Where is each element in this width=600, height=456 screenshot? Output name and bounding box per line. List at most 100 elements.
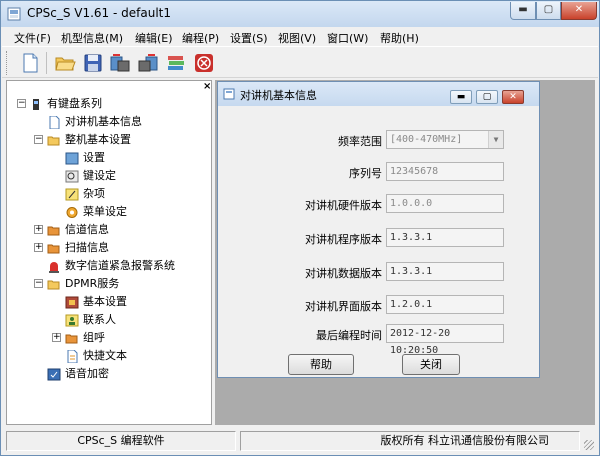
tree-item-basic-info[interactable]: 对讲机基本信息 [47, 113, 142, 131]
menu-settings[interactable]: 设置(S) [230, 30, 268, 46]
frequency-range-label: 频率范围 [338, 135, 382, 148]
tree-item-group-call[interactable]: 组呼 [65, 329, 105, 347]
last-program-time-field[interactable]: 2012-12-20 10:20:50 [386, 324, 504, 356]
tree-item-device-settings[interactable]: 整机基本设置 [47, 131, 131, 149]
gear-icon [66, 206, 78, 218]
dialog-close-button[interactable]: ✕ [502, 90, 524, 104]
tree-item-label: 数字信道紧急报警系统 [65, 259, 175, 272]
tree-item-root[interactable]: 有键盘系列 [29, 95, 102, 113]
firmware-version-value: 1.3.3.1 [390, 232, 433, 243]
tree-item-label: 有键盘系列 [47, 97, 102, 110]
status-copyright: 版权所有 科立讯通信股份有限公司 [240, 431, 580, 451]
expand-icon[interactable]: + [34, 225, 43, 234]
frequency-range-value: [400-470MHz] [390, 134, 463, 145]
tree-item-menu-settings[interactable]: 菜单设定 [65, 203, 127, 221]
tree-item-label: 杂项 [83, 187, 105, 200]
frequency-range-select[interactable]: [400-470MHz] ▼ [386, 130, 504, 149]
close-icon: ✕ [574, 4, 584, 15]
app-icon [7, 7, 21, 21]
text-icon [67, 349, 78, 363]
window-title: CPSc_S V1.61 - default1 [27, 6, 172, 20]
tree-item-emergency-alarm[interactable]: 数字信道紧急报警系统 [47, 257, 175, 275]
menu-bar: 文件(F) 机型信息(M) 编辑(E) 编程(P) 设置(S) 视图(V) 窗口… [2, 28, 598, 46]
folder-icon [65, 334, 78, 343]
tree-item-label: 对讲机基本信息 [65, 115, 142, 128]
toolbar [2, 46, 598, 78]
menu-model-info[interactable]: 机型信息(M) [61, 30, 123, 46]
toolbar-grip[interactable] [6, 51, 9, 75]
stop-icon[interactable] [193, 52, 215, 74]
folder-open-icon [47, 280, 60, 289]
collapse-icon[interactable]: − [34, 279, 43, 288]
tree-item-label: 键设定 [83, 169, 116, 182]
maximize-button[interactable]: ▢ [536, 2, 561, 20]
tree-item-dpmr-basic[interactable]: 基本设置 [65, 293, 127, 311]
tree-item-label: 组呼 [83, 331, 105, 344]
chevron-down-icon: ▼ [488, 131, 503, 148]
tree-item-voice-encryption[interactable]: 语音加密 [47, 365, 109, 383]
status-bar: CPSc_S 编程软件 版权所有 科立讯通信股份有限公司 [2, 428, 598, 455]
serial-number-field[interactable]: 12345678 [386, 162, 504, 181]
firmware-version-label: 对讲机程序版本 [305, 233, 382, 246]
menu-edit[interactable]: 编辑(E) [135, 30, 173, 46]
write-radio-icon[interactable] [137, 52, 159, 74]
dialog-title-bar[interactable]: 对讲机基本信息 ▬ ▢ ✕ [218, 82, 539, 106]
tree-item-dpmr[interactable]: DPMR服务 [47, 275, 119, 293]
hardware-version-field[interactable]: 1.0.0.0 [386, 194, 504, 213]
read-radio-icon[interactable] [109, 52, 131, 74]
minimize-icon: ▬ [518, 4, 528, 15]
tree-item-contacts[interactable]: 联系人 [65, 311, 116, 329]
tree-item-label: 语音加密 [65, 367, 109, 380]
tree-item-label: DPMR服务 [65, 277, 120, 290]
close-button[interactable]: ✕ [561, 2, 597, 20]
maximize-icon: ▢ [543, 4, 554, 15]
new-document-icon[interactable] [19, 52, 41, 74]
toolbar-separator [46, 52, 47, 74]
tree-item-misc[interactable]: 杂项 [65, 185, 105, 203]
last-program-time-value: 2012-12-20 10:20:50 [390, 328, 451, 356]
menu-program[interactable]: 编程(P) [182, 30, 219, 46]
menu-window[interactable]: 窗口(W) [327, 30, 368, 46]
ui-version-value: 1.2.0.1 [390, 299, 433, 310]
tree-item-label: 快捷文本 [83, 349, 127, 362]
tree-item-label: 联系人 [83, 313, 116, 326]
dialog-maximize-button[interactable]: ▢ [476, 90, 498, 104]
pencil-icon [65, 188, 79, 200]
save-disk-icon[interactable] [82, 52, 104, 74]
document-icon [223, 88, 235, 100]
menu-view[interactable]: 视图(V) [278, 30, 316, 46]
tree-item-channel-info[interactable]: 信道信息 [47, 221, 109, 239]
main-window: CPSc_S V1.61 - default1 ▬ ▢ ✕ 文件(F) 机型信息… [0, 0, 600, 456]
close-dialog-button[interactable]: 关闭 [402, 354, 460, 375]
close-icon[interactable]: × [203, 81, 211, 92]
firmware-version-field[interactable]: 1.3.3.1 [386, 228, 504, 247]
open-folder-icon[interactable] [54, 52, 76, 74]
data-version-field[interactable]: 1.3.3.1 [386, 262, 504, 281]
minimize-button[interactable]: ▬ [510, 2, 536, 20]
tree-item-quick-text[interactable]: 快捷文本 [65, 347, 127, 365]
menu-file[interactable]: 文件(F) [14, 30, 51, 46]
title-bar[interactable]: CPSc_S V1.61 - default1 ▬ ▢ ✕ [1, 1, 599, 27]
dialog-minimize-button[interactable]: ▬ [450, 90, 472, 104]
expand-icon[interactable]: + [34, 243, 43, 252]
tree-item-key-settings[interactable]: 键设定 [65, 167, 116, 185]
dialog-title: 对讲机基本信息 [240, 89, 317, 102]
ui-version-label: 对讲机界面版本 [305, 300, 382, 313]
data-version-label: 对讲机数据版本 [305, 267, 382, 280]
maximize-icon: ▢ [482, 92, 492, 102]
ui-version-field[interactable]: 1.2.0.1 [386, 295, 504, 314]
expand-icon[interactable]: + [52, 333, 61, 342]
encryption-icon [47, 368, 61, 380]
alarm-icon [49, 261, 59, 273]
hardware-version-value: 1.0.0.0 [390, 198, 433, 209]
tree-item-settings[interactable]: 设置 [65, 149, 105, 167]
books-icon[interactable] [165, 52, 187, 74]
collapse-icon[interactable]: − [34, 135, 43, 144]
resize-grip-icon[interactable] [584, 440, 594, 450]
menu-help[interactable]: 帮助(H) [380, 30, 419, 46]
collapse-icon[interactable]: − [17, 99, 26, 108]
tree-item-scan-info[interactable]: 扫描信息 [47, 239, 109, 257]
status-app-name: CPSc_S 编程软件 [6, 431, 236, 451]
help-button[interactable]: 帮助 [288, 354, 354, 375]
tree-item-label: 菜单设定 [83, 205, 127, 218]
